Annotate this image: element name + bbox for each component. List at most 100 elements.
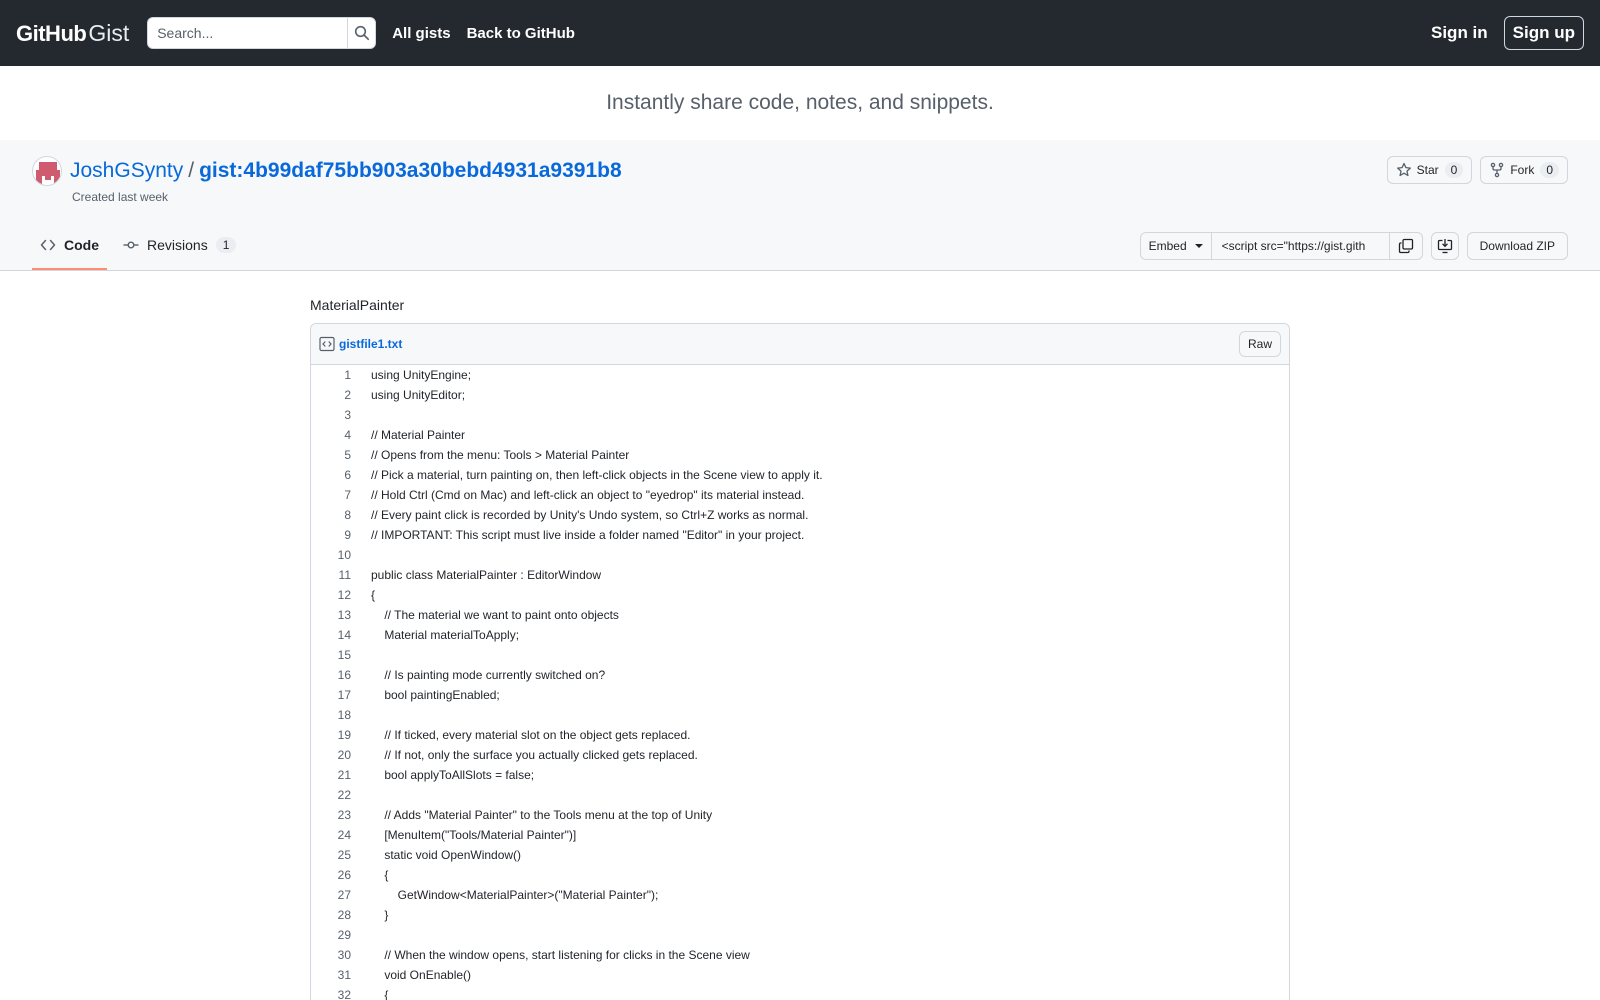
- line-number[interactable]: 24: [311, 825, 351, 845]
- sign-in-link[interactable]: Sign in: [1431, 23, 1488, 43]
- line-number[interactable]: 19: [311, 725, 351, 745]
- line-content: [351, 545, 371, 565]
- line-number[interactable]: 17: [311, 685, 351, 705]
- line-number[interactable]: 4: [311, 425, 351, 445]
- line-number[interactable]: 14: [311, 625, 351, 645]
- line-content: static void OpenWindow(): [371, 848, 522, 862]
- line-content: // Hold Ctrl (Cmd on Mac) and left-click…: [371, 488, 805, 502]
- line-number[interactable]: 30: [311, 945, 351, 965]
- tab-revisions[interactable]: Revisions 1: [115, 222, 244, 270]
- embed-code-input[interactable]: <script src="https://gist.gith: [1211, 232, 1390, 260]
- line-content: using UnityEditor;: [371, 388, 466, 402]
- embed-select-label: Embed: [1148, 239, 1187, 253]
- tab-code[interactable]: Code: [32, 222, 107, 270]
- github-gist-logo[interactable]: GitHub Gist: [16, 20, 129, 47]
- line-number[interactable]: 11: [311, 565, 351, 585]
- star-count: 0: [1444, 162, 1464, 178]
- line-content: // Opens from the menu: Tools > Material…: [371, 448, 630, 462]
- line-number[interactable]: 29: [311, 925, 351, 945]
- line-content: [351, 925, 371, 945]
- line-content: // When the window opens, start listenin…: [371, 948, 750, 962]
- gist-tabs: Code Revisions 1: [32, 222, 252, 270]
- gist-description: MaterialPainter: [310, 297, 405, 313]
- search-icon: [354, 25, 369, 41]
- logo-github-text: GitHub: [16, 20, 87, 46]
- path-separator: /: [188, 159, 195, 182]
- line-number[interactable]: 20: [311, 745, 351, 765]
- search-button[interactable]: [347, 17, 377, 49]
- line-number[interactable]: 28: [311, 905, 351, 925]
- line-number[interactable]: 21: [311, 765, 351, 785]
- line-content: [351, 785, 371, 805]
- copy-button[interactable]: [1389, 232, 1423, 260]
- tab-revisions-label: Revisions: [147, 237, 208, 253]
- line-number[interactable]: 2: [311, 385, 351, 405]
- code-line: 13 // The material we want to paint onto…: [311, 605, 1289, 625]
- avatar[interactable]: [32, 156, 62, 186]
- code-line: 5 // Opens from the menu: Tools > Materia…: [311, 445, 1289, 465]
- desktop-download-icon: [1437, 239, 1452, 254]
- line-number[interactable]: 3: [311, 405, 351, 425]
- code-line: 18: [311, 705, 1289, 725]
- fork-count: 0: [1540, 162, 1559, 178]
- line-content: bool paintingEnabled;: [371, 688, 500, 702]
- code-line: 11 public class MaterialPainter : EditorW…: [311, 565, 1289, 585]
- file-name-link[interactable]: gistfile1.txt: [339, 337, 402, 351]
- star-button[interactable]: Star 0: [1386, 156, 1473, 184]
- fork-icon: [1491, 162, 1504, 178]
- code-line: 2 using UnityEditor;: [311, 385, 1289, 405]
- gist-actions: Star 0 Fork 0: [1386, 156, 1568, 184]
- nav-back-to-github[interactable]: Back to GitHub: [467, 25, 575, 42]
- line-number[interactable]: 5: [311, 445, 351, 465]
- line-content: // Adds "Material Painter" to the Tools …: [371, 808, 713, 822]
- line-content: [MenuItem("Tools/Material Painter")]: [371, 828, 577, 842]
- line-number[interactable]: 18: [311, 705, 351, 725]
- line-number[interactable]: 1: [311, 365, 351, 385]
- code-line: 12 {: [311, 585, 1289, 605]
- line-content: // Material Painter: [371, 428, 466, 442]
- line-number[interactable]: 12: [311, 585, 351, 605]
- code-line: 31 void OnEnable(): [311, 965, 1289, 985]
- header-auth: Sign in Sign up: [1431, 16, 1584, 50]
- gist-owner-link[interactable]: JoshGSynty: [70, 159, 183, 183]
- line-number[interactable]: 13: [311, 605, 351, 625]
- line-number[interactable]: 27: [311, 885, 351, 905]
- code-body: 1 using UnityEngine; 2 using UnityEditor; 3 4…: [311, 365, 1289, 1000]
- gist-id-link[interactable]: gist:4b99daf75bb903a30bebd4931a9391b8: [199, 159, 622, 183]
- code-icon: [40, 239, 56, 251]
- main-content: MaterialPainter gistfile1.txt Raw 1 using…: [310, 271, 1290, 1000]
- search-box: [147, 17, 377, 49]
- code-line: 8 // Every paint click is recorded by Uni…: [311, 505, 1289, 525]
- search-input[interactable]: [147, 17, 348, 49]
- line-number[interactable]: 26: [311, 865, 351, 885]
- line-number[interactable]: 16: [311, 665, 351, 685]
- line-number[interactable]: 23: [311, 805, 351, 825]
- line-content: // If not, only the surface you actually…: [371, 748, 698, 762]
- code-line: 20 // If not, only the surface you actua…: [311, 745, 1289, 765]
- sign-up-button[interactable]: Sign up: [1503, 16, 1584, 50]
- tab-code-label: Code: [64, 237, 99, 253]
- line-number[interactable]: 7: [311, 485, 351, 505]
- line-number[interactable]: 15: [311, 645, 351, 665]
- fork-button[interactable]: Fork 0: [1480, 156, 1568, 184]
- line-number[interactable]: 25: [311, 845, 351, 865]
- line-content: // The material we want to paint onto ob…: [371, 608, 619, 622]
- line-content: // IMPORTANT: This script must live insi…: [371, 528, 805, 542]
- line-number[interactable]: 9: [311, 525, 351, 545]
- code-line: 27 GetWindow<MaterialPainter>("Material …: [311, 885, 1289, 905]
- line-number[interactable]: 10: [311, 545, 351, 565]
- file-header: gistfile1.txt Raw: [311, 324, 1289, 365]
- download-zip-button[interactable]: Download ZIP: [1466, 232, 1568, 260]
- line-number[interactable]: 32: [311, 985, 351, 1000]
- code-line: 1 using UnityEngine;: [311, 365, 1289, 385]
- line-number[interactable]: 8: [311, 505, 351, 525]
- nav-all-gists[interactable]: All gists: [392, 25, 450, 42]
- code-line: 23 // Adds "Material Painter" to the Too…: [311, 805, 1289, 825]
- raw-button[interactable]: Raw: [1238, 331, 1281, 357]
- embed-select[interactable]: Embed: [1139, 232, 1212, 260]
- line-content: // Pick a material, turn painting on, th…: [371, 468, 823, 482]
- line-number[interactable]: 6: [311, 465, 351, 485]
- line-number[interactable]: 31: [311, 965, 351, 985]
- open-desktop-button[interactable]: [1430, 232, 1459, 260]
- line-number[interactable]: 22: [311, 785, 351, 805]
